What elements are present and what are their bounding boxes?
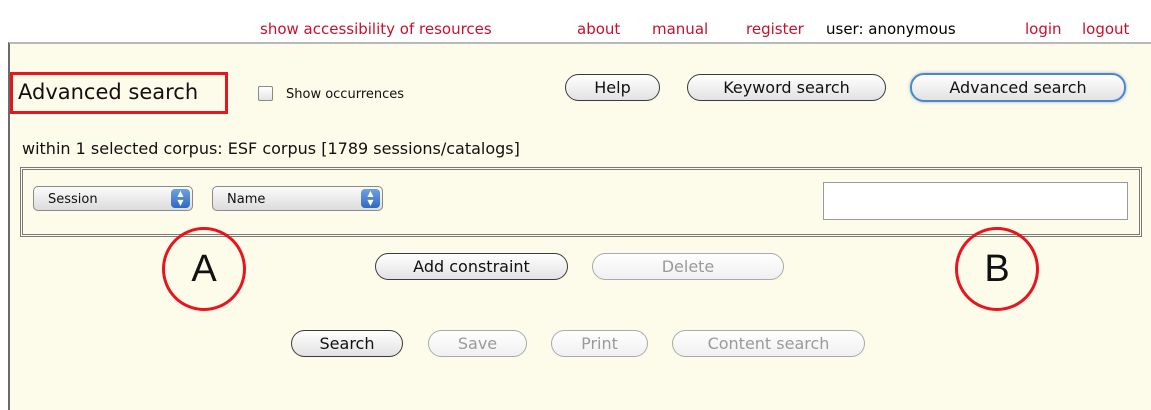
register-link[interactable]: register: [746, 20, 804, 38]
logout-link[interactable]: logout: [1082, 20, 1129, 38]
content-search-button[interactable]: Content search: [672, 330, 865, 357]
constraint-value-input[interactable]: [823, 182, 1128, 220]
field-name-value: Name: [227, 192, 266, 207]
manual-link[interactable]: manual: [652, 20, 708, 38]
help-button[interactable]: Help: [565, 74, 660, 101]
select-arrows-icon: ▲ ▼: [361, 189, 380, 208]
top-nav-bar: show accessibility of resources about ma…: [0, 0, 1151, 42]
show-accessibility-link[interactable]: show accessibility of resources: [260, 20, 492, 38]
save-button[interactable]: Save: [428, 330, 527, 357]
add-constraint-button[interactable]: Add constraint: [375, 253, 568, 280]
show-occurrences-checkbox[interactable]: [258, 86, 273, 101]
corpus-info: within 1 selected corpus: ESF corpus [17…: [22, 139, 520, 158]
field-type-select[interactable]: Session ▲ ▼: [33, 186, 193, 211]
select-arrows-icon: ▲ ▼: [171, 189, 190, 208]
login-link[interactable]: login: [1025, 20, 1062, 38]
keyword-search-button[interactable]: Keyword search: [687, 74, 886, 101]
advanced-search-button[interactable]: Advanced search: [910, 73, 1126, 102]
about-link[interactable]: about: [577, 20, 620, 38]
annotation-circle-b: B: [955, 227, 1039, 311]
delete-button[interactable]: Delete: [592, 253, 784, 280]
page-title: Advanced search: [18, 80, 199, 104]
search-button[interactable]: Search: [291, 330, 403, 357]
show-occurrences-label[interactable]: Show occurrences: [286, 87, 404, 102]
annotation-circle-a: A: [162, 227, 246, 311]
user-status: user: anonymous: [826, 20, 956, 38]
field-name-select[interactable]: Name ▲ ▼: [212, 186, 383, 211]
field-type-value: Session: [48, 192, 98, 207]
print-button[interactable]: Print: [551, 330, 648, 357]
